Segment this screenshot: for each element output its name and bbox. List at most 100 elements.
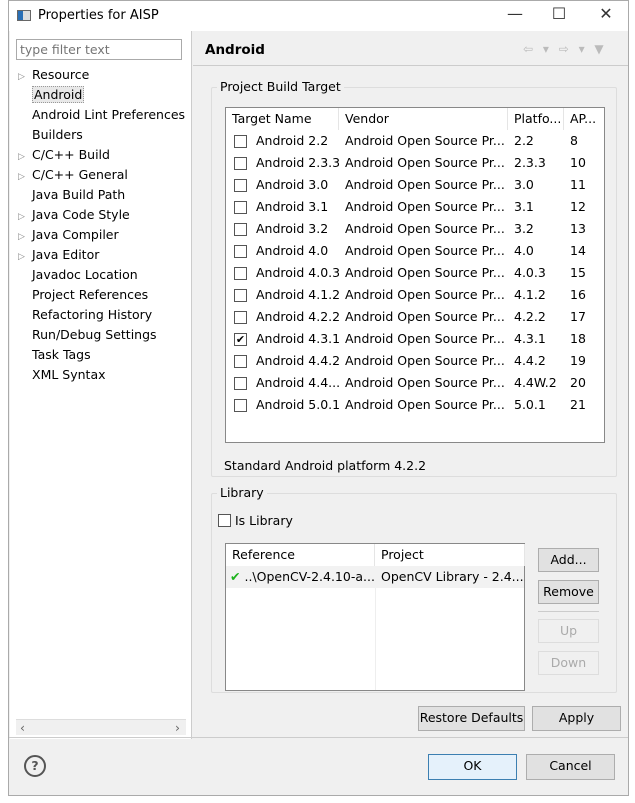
sidebar-item[interactable]: Task Tags xyxy=(18,345,91,364)
sidebar-item[interactable]: ▷ Java Code Style xyxy=(18,205,130,224)
target-vendor-cell: Android Open Source Pr... xyxy=(345,265,505,280)
target-row[interactable]: Android 4.0 Android Open Source Pr... 4.0 1… xyxy=(226,240,604,262)
target-checkbox[interactable] xyxy=(234,135,247,148)
sidebar-item[interactable]: Java Build Path xyxy=(18,185,125,204)
sidebar-item[interactable]: ▷ C/C++ General xyxy=(18,165,128,184)
column-header[interactable]: Reference xyxy=(226,544,375,566)
sidebar-item[interactable]: Refactoring History xyxy=(18,305,152,324)
filter-input[interactable] xyxy=(16,39,182,60)
sidebar-item[interactable]: ▷ Java Compiler xyxy=(18,225,119,244)
target-row[interactable]: Android 3.0 Android Open Source Pr... 3.0 1… xyxy=(226,174,604,196)
target-checkbox[interactable] xyxy=(234,377,247,390)
target-vendor-cell: Android Open Source Pr... xyxy=(345,287,505,302)
maximize-button[interactable]: ☐ xyxy=(539,3,579,27)
target-checkbox[interactable] xyxy=(234,179,247,192)
sidebar-item[interactable]: Android xyxy=(18,85,85,104)
scroll-right-icon[interactable]: › xyxy=(175,720,180,735)
target-platform-cell: 4.1.2 xyxy=(514,287,546,302)
target-checkbox[interactable]: ✔ xyxy=(234,333,247,346)
target-name-cell: Android 4.2.2 xyxy=(256,309,339,324)
horizontal-scrollbar[interactable]: ‹ › xyxy=(16,719,186,735)
target-name-cell: Android 2.2 xyxy=(256,133,329,148)
sidebar-item[interactable]: Project References xyxy=(18,285,148,304)
target-row[interactable]: Android 3.2 Android Open Source Pr... 3.2 1… xyxy=(226,218,604,240)
up-button[interactable]: Up xyxy=(538,619,599,643)
window-title: Properties for AISP xyxy=(38,8,159,23)
restore-defaults-button[interactable]: Restore Defaults xyxy=(418,706,525,731)
target-row[interactable]: Android 4.1.2 Android Open Source Pr... 4.… xyxy=(226,284,604,306)
remove-button[interactable]: Remove xyxy=(538,580,599,604)
group-label: Project Build Target xyxy=(217,79,344,94)
sidebar-item[interactable]: Javadoc Location xyxy=(18,265,138,284)
target-platform-cell: 3.2 xyxy=(514,221,534,236)
target-platform-cell: 2.3.3 xyxy=(514,155,546,170)
target-name-cell: Android 4.0 xyxy=(256,243,329,258)
app-icon xyxy=(17,10,31,21)
target-name-cell: Android 3.0 xyxy=(256,177,329,192)
sidebar-item[interactable]: Android Lint Preferences xyxy=(18,105,185,124)
sidebar-item[interactable]: ▷ C/C++ Build xyxy=(18,145,110,164)
target-name-cell: Android 4.1.2 xyxy=(256,287,339,302)
close-button[interactable]: ✕ xyxy=(586,3,626,27)
target-row[interactable]: Android 2.3.3 Android Open Source Pr... 2.… xyxy=(226,152,604,174)
target-checkbox[interactable] xyxy=(234,223,247,236)
target-row[interactable]: Android 3.1 Android Open Source Pr... 3.1 1… xyxy=(226,196,604,218)
sidebar-item[interactable]: XML Syntax xyxy=(18,365,106,384)
sidebar-item-label: Java Editor xyxy=(32,247,100,262)
target-api-cell: 15 xyxy=(570,265,586,280)
target-api-cell: 18 xyxy=(570,331,586,346)
sidebar-item-label: Javadoc Location xyxy=(32,267,138,282)
target-vendor-cell: Android Open Source Pr... xyxy=(345,177,505,192)
target-api-cell: 8 xyxy=(570,133,578,148)
target-row[interactable]: Android 4.4.2 Android Open Source Pr... 4.… xyxy=(226,350,604,372)
target-row[interactable]: Android 2.2 Android Open Source Pr... 2.2 8 xyxy=(226,130,604,152)
sidebar-item[interactable]: Run/Debug Settings xyxy=(18,325,157,344)
target-checkbox[interactable] xyxy=(234,399,247,412)
target-row[interactable]: Android 4.0.3 Android Open Source Pr... 4.… xyxy=(226,262,604,284)
target-vendor-cell: Android Open Source Pr... xyxy=(345,133,505,148)
cancel-button[interactable]: Cancel xyxy=(526,754,615,780)
sidebar-item[interactable]: ▷ Resource xyxy=(18,65,89,84)
apply-button[interactable]: Apply xyxy=(532,706,621,731)
minimize-button[interactable]: — xyxy=(495,3,535,27)
target-api-cell: 16 xyxy=(570,287,586,302)
target-checkbox[interactable] xyxy=(234,157,247,170)
sidebar-item[interactable]: ▷ Java Editor xyxy=(18,245,99,264)
target-checkbox[interactable] xyxy=(234,201,247,214)
target-vendor-cell: Android Open Source Pr... xyxy=(345,221,505,236)
is-library-label: Is Library xyxy=(235,513,293,528)
add-button[interactable]: Add... xyxy=(538,548,599,572)
sidebar-item-label: C/C++ General xyxy=(32,167,128,182)
help-icon[interactable]: ? xyxy=(24,755,46,777)
target-platform-cell: 5.0.1 xyxy=(514,397,546,412)
scroll-left-icon[interactable]: ‹ xyxy=(20,720,25,735)
target-row[interactable]: Android 5.0.1 Android Open Source Pr... 5.… xyxy=(226,394,604,416)
column-header[interactable]: AP... xyxy=(564,108,604,130)
target-row[interactable]: Android 4.2.2 Android Open Source Pr... 4.… xyxy=(226,306,604,328)
target-name-cell: Android 2.3.3 xyxy=(256,155,339,170)
sidebar-item-label: XML Syntax xyxy=(32,367,106,382)
divider xyxy=(193,65,628,66)
target-checkbox[interactable] xyxy=(234,311,247,324)
library-row[interactable]: ✔ ..\OpenCV-2.4.10-a... OpenCV Library -… xyxy=(226,566,525,588)
target-platform-cell: 2.2 xyxy=(514,133,534,148)
column-header[interactable]: Project xyxy=(375,544,525,566)
target-checkbox[interactable] xyxy=(234,289,247,302)
down-button[interactable]: Down xyxy=(538,651,599,675)
target-row[interactable]: Android 4.4... Android Open Source Pr... 4… xyxy=(226,372,604,394)
target-vendor-cell: Android Open Source Pr... xyxy=(345,243,505,258)
sidebar-item-label: Android Lint Preferences xyxy=(32,107,186,122)
column-header[interactable]: Target Name xyxy=(226,108,339,130)
navigation-arrows-icon[interactable]: ⇦ ▾ ⇨ ▾ ▼ xyxy=(523,42,607,56)
target-checkbox[interactable] xyxy=(234,267,247,280)
column-header[interactable]: Vendor xyxy=(339,108,508,130)
target-checkbox[interactable] xyxy=(234,355,247,368)
sidebar-item-label: Run/Debug Settings xyxy=(32,327,157,342)
target-row[interactable]: ✔ Android 4.3.1 Android Open Source Pr... 4… xyxy=(226,328,604,350)
column-header[interactable]: Platfo... xyxy=(508,108,564,130)
ok-button[interactable]: OK xyxy=(428,754,517,780)
sidebar-item[interactable]: Builders xyxy=(18,125,83,144)
target-api-cell: 14 xyxy=(570,243,586,258)
target-checkbox[interactable] xyxy=(234,245,247,258)
is-library-checkbox[interactable] xyxy=(218,514,231,527)
